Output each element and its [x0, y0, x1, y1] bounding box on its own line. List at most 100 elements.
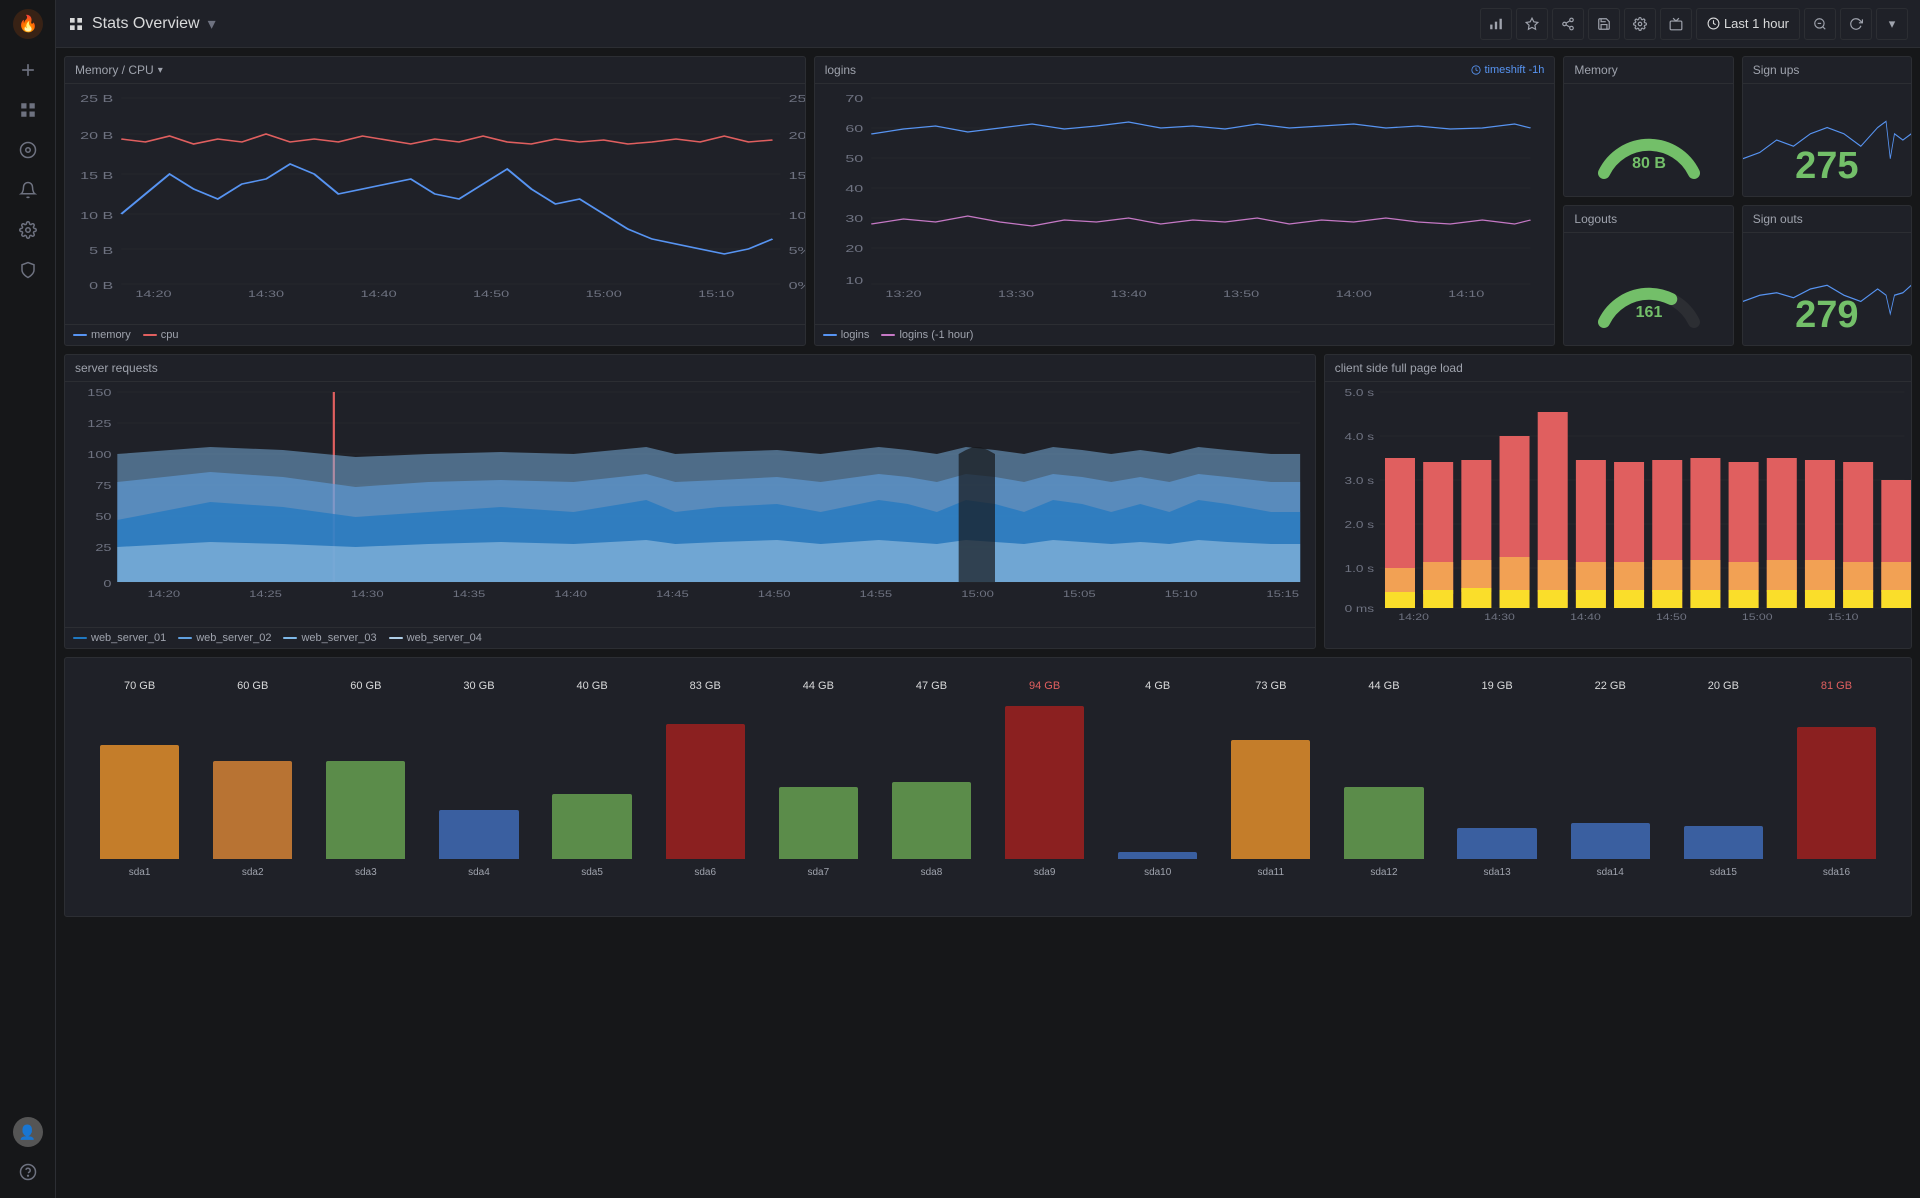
signouts-panel: Sign outs 279 — [1742, 205, 1912, 346]
ws1-dot — [73, 637, 87, 639]
svg-text:3.0 s: 3.0 s — [1344, 475, 1374, 487]
sidebar-item-help[interactable] — [8, 1154, 48, 1190]
zoom-out-button[interactable] — [1804, 8, 1836, 40]
save-button[interactable] — [1588, 8, 1620, 40]
sidebar-item-settings[interactable] — [8, 212, 48, 248]
topbar: Stats Overview ▾ Last — [56, 0, 1920, 48]
app-logo[interactable]: 🔥 — [12, 8, 44, 40]
sidebar-item-shield[interactable] — [8, 252, 48, 288]
settings-button[interactable] — [1624, 8, 1656, 40]
disk-bar-sda8: 47 GB sda8 — [875, 696, 988, 878]
sda14-name: sda14 — [1597, 867, 1624, 878]
sda10-bar — [1118, 852, 1197, 859]
sidebar-item-explore[interactable] — [8, 132, 48, 168]
memory-cpu-header: Memory / CPU ▾ — [65, 57, 805, 84]
sda2-value: 60 GB — [237, 680, 268, 692]
refresh-dropdown-button[interactable]: ▾ — [1876, 8, 1908, 40]
memory-header: Memory — [1564, 57, 1732, 84]
svg-text:20: 20 — [845, 243, 863, 254]
memory-cpu-title[interactable]: Memory / CPU ▾ — [75, 63, 163, 77]
legend-cpu: cpu — [143, 329, 179, 341]
time-range-button[interactable]: Last 1 hour — [1696, 8, 1800, 40]
svg-text:50: 50 — [845, 153, 863, 164]
svg-text:13:20: 13:20 — [885, 289, 922, 299]
sda11-name: sda11 — [1258, 867, 1285, 878]
sda11-bar — [1231, 740, 1310, 859]
signups-title: Sign ups — [1753, 63, 1800, 77]
legend-logins: logins — [823, 329, 870, 341]
disk-bar-sda5: 40 GB sda5 — [536, 696, 649, 878]
disk-bar-sda10: 4 GB sda10 — [1101, 696, 1214, 878]
logins-panel: logins timeshift -1h 70 60 50 40 30 20 1 — [814, 56, 1556, 346]
star-button[interactable] — [1516, 8, 1548, 40]
svg-text:0: 0 — [103, 578, 111, 589]
svg-text:13:50: 13:50 — [1223, 289, 1260, 299]
svg-text:60: 60 — [845, 123, 863, 134]
page-title-chevron[interactable]: ▾ — [208, 14, 216, 34]
sda13-value: 19 GB — [1481, 680, 1512, 692]
logouts-gauge: 161 — [1564, 233, 1732, 345]
svg-text:13:30: 13:30 — [998, 289, 1035, 299]
sidebar-item-alerts[interactable] — [8, 172, 48, 208]
logins-svg: 70 60 50 40 30 20 10 13:2 — [815, 84, 1555, 299]
sda8-value: 47 GB — [916, 680, 947, 692]
tv-button[interactable] — [1660, 8, 1692, 40]
timeshift-badge: timeshift -1h — [1471, 64, 1544, 76]
sidebar-item-add[interactable] — [8, 52, 48, 88]
svg-text:5.0 s: 5.0 s — [1344, 387, 1374, 399]
disk-bar-sda12: 44 GB sda12 — [1327, 696, 1440, 878]
svg-text:14:40: 14:40 — [360, 289, 397, 299]
signups-panel: Sign ups 275 — [1742, 56, 1912, 197]
memory-cpu-svg: 25 B 20 B 15 B 10 B 5 B 0 B 25% 20% 15% … — [65, 84, 805, 299]
legend-memory: memory — [73, 329, 131, 341]
server-requests-header: server requests — [65, 355, 1315, 382]
disk-bar-sda4: 30 GB sda4 — [422, 696, 535, 878]
signouts-content: 279 — [1743, 233, 1911, 345]
legend-logins-1h-label: logins (-1 hour) — [899, 329, 973, 341]
ws3-dot — [283, 637, 297, 639]
sda4-name: sda4 — [468, 867, 490, 878]
disk-bar-sda2: 60 GB sda2 — [196, 696, 309, 878]
sda1-bar — [100, 745, 179, 859]
sda3-name: sda3 — [355, 867, 377, 878]
ws1-label: web_server_01 — [91, 632, 166, 644]
svg-text:0%: 0% — [789, 280, 805, 291]
row1-right: Memory 80 B Sign — [1563, 56, 1912, 346]
server-requests-svg: 150 125 100 75 50 25 0 — [65, 382, 1315, 612]
memory-cpu-chart: 25 B 20 B 15 B 10 B 5 B 0 B 25% 20% 15% … — [65, 84, 805, 324]
svg-text:15:00: 15:00 — [961, 590, 994, 600]
share-icon — [1561, 17, 1575, 31]
sidebar-item-dashboard[interactable] — [8, 92, 48, 128]
logouts-gauge-svg: 161 — [1589, 247, 1709, 332]
svg-text:15%: 15% — [789, 170, 805, 181]
clock-icon — [1707, 17, 1720, 30]
server-requests-legend: web_server_01 web_server_02 web_server_0… — [65, 627, 1315, 648]
chart-type-button[interactable] — [1480, 8, 1512, 40]
ws3-label: web_server_03 — [301, 632, 376, 644]
page-load-svg: 5.0 s 4.0 s 3.0 s 2.0 s 1.0 s 0 ms — [1325, 382, 1911, 627]
bar-chart-icon — [1489, 17, 1503, 31]
svg-text:25 B: 25 B — [80, 93, 113, 104]
logins-1h-legend-dot — [881, 334, 895, 336]
memory-gauge-svg: 80 B — [1589, 98, 1709, 183]
sda3-value: 60 GB — [350, 680, 381, 692]
svg-text:14:40: 14:40 — [554, 590, 587, 600]
sda14-value: 22 GB — [1595, 680, 1626, 692]
ws4-label: web_server_04 — [407, 632, 482, 644]
share-button[interactable] — [1552, 8, 1584, 40]
legend-logins-label: logins — [841, 329, 870, 341]
svg-text:80 B: 80 B — [1632, 155, 1666, 172]
sda8-bar — [892, 782, 971, 859]
refresh-button[interactable] — [1840, 8, 1872, 40]
svg-text:40: 40 — [845, 183, 863, 194]
page-load-title: client side full page load — [1335, 361, 1463, 375]
svg-text:🔥: 🔥 — [18, 14, 38, 33]
server-requests-panel: server requests 150 125 100 75 50 25 0 — [64, 354, 1316, 649]
sidebar: 🔥 👤 — [0, 0, 56, 1198]
cpu-legend-dot — [143, 334, 157, 336]
sidebar-item-avatar[interactable]: 👤 — [8, 1114, 48, 1150]
row2: server requests 150 125 100 75 50 25 0 — [64, 354, 1912, 649]
svg-text:20 B: 20 B — [80, 130, 113, 141]
svg-text:25%: 25% — [789, 93, 805, 104]
signouts-header: Sign outs — [1743, 206, 1911, 233]
